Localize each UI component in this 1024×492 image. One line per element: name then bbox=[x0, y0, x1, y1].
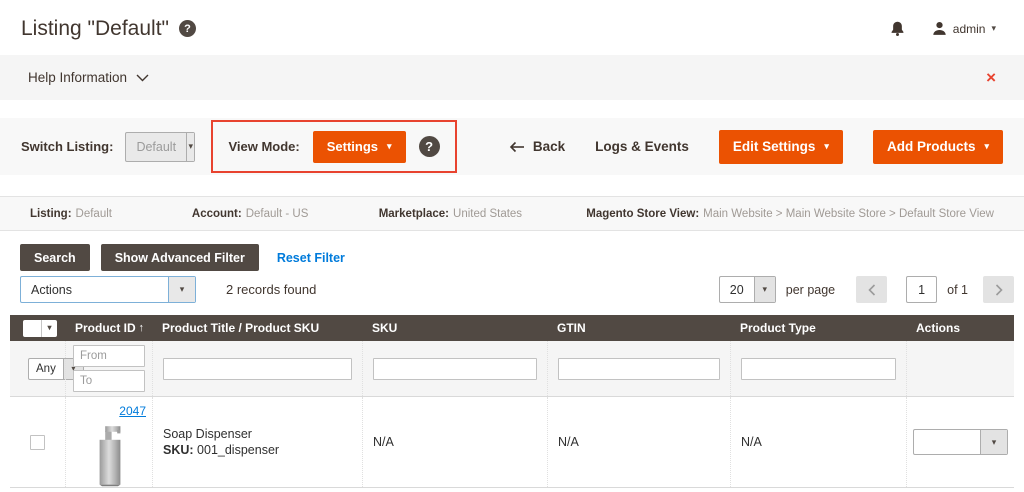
row-product-title-cell: Soap Dispenser SKU: 001_dispenser bbox=[152, 397, 362, 487]
arrow-left-icon bbox=[509, 141, 525, 153]
row-actions-cell: ▾ bbox=[906, 397, 1014, 487]
table-row: 2047 Soap Dispenser SKU: 001_dispenser bbox=[10, 397, 1014, 488]
pagination-controls: 20 ▾ per page of 1 bbox=[719, 276, 1014, 303]
select-all-dropdown[interactable]: ▾ bbox=[23, 320, 57, 337]
product-title-filter-input[interactable] bbox=[163, 358, 352, 380]
listing-info-strip: Listing:Default Account:Default - US Mar… bbox=[0, 196, 1024, 231]
edit-settings-button[interactable]: Edit Settings ▾ bbox=[719, 130, 843, 164]
switch-listing-label: Switch Listing: bbox=[21, 139, 113, 154]
toolbar-right-actions: Back Logs & Events Edit Settings ▾ Add P… bbox=[509, 130, 1003, 164]
filter-actions-cell bbox=[906, 341, 1014, 396]
product-type-filter-input[interactable] bbox=[741, 358, 896, 380]
view-mode-highlight-box: View Mode: Settings ▾ ? bbox=[211, 120, 456, 173]
per-page-select[interactable]: 20 ▾ bbox=[719, 276, 776, 303]
filter-title-cell bbox=[152, 341, 362, 396]
info-store-view: Magento Store View:Main Website > Main W… bbox=[586, 208, 994, 220]
admin-account-menu[interactable]: admin ▾ bbox=[932, 21, 996, 36]
filter-gtin-cell bbox=[547, 341, 730, 396]
info-account: Account:Default - US bbox=[192, 208, 379, 220]
row-product-type-cell: N/A bbox=[730, 397, 906, 487]
chevron-down-icon: ▾ bbox=[387, 142, 392, 151]
chevron-down-icon: ▾ bbox=[992, 438, 997, 447]
sku-filter-input[interactable] bbox=[373, 358, 537, 380]
total-pages-label: of 1 bbox=[947, 283, 968, 297]
page-header: Listing "Default" ? admin ▾ bbox=[0, 0, 1024, 55]
select-all-checkbox[interactable] bbox=[23, 320, 41, 337]
chevron-down-icon: ▾ bbox=[180, 285, 185, 294]
product-sku-line: SKU: 001_dispenser bbox=[163, 443, 362, 457]
filter-sku-cell bbox=[362, 341, 547, 396]
page-title: Listing "Default" bbox=[21, 17, 169, 41]
gtin-filter-input[interactable] bbox=[558, 358, 720, 380]
column-header-sku[interactable]: SKU bbox=[362, 321, 547, 335]
view-mode-settings-button[interactable]: Settings ▾ bbox=[313, 131, 406, 163]
chevron-down-icon bbox=[136, 74, 149, 82]
page-help-icon[interactable]: ? bbox=[179, 20, 196, 37]
mass-select-header[interactable]: ▾ bbox=[10, 320, 65, 337]
row-gtin-cell: N/A bbox=[547, 397, 730, 487]
chevron-down-icon: ▾ bbox=[824, 142, 829, 151]
column-header-product-type[interactable]: Product Type bbox=[730, 321, 906, 335]
column-header-gtin[interactable]: GTIN bbox=[547, 321, 730, 335]
page-number-input[interactable] bbox=[906, 276, 937, 303]
mass-actions-select[interactable]: Actions ▾ bbox=[20, 276, 196, 303]
view-mode-label: View Mode: bbox=[228, 139, 299, 154]
logs-events-button[interactable]: Logs & Events bbox=[595, 139, 689, 154]
user-icon bbox=[932, 21, 947, 36]
info-marketplace: Marketplace:United States bbox=[379, 208, 587, 220]
back-button[interactable]: Back bbox=[509, 139, 565, 154]
row-checkbox[interactable] bbox=[30, 435, 45, 450]
previous-page-button[interactable] bbox=[856, 276, 887, 303]
sort-asc-icon: ↑ bbox=[139, 322, 145, 334]
product-title: Soap Dispenser bbox=[163, 427, 362, 441]
reset-filter-link[interactable]: Reset Filter bbox=[277, 251, 345, 265]
filter-product-id-cell bbox=[65, 341, 152, 396]
row-sku-cell: N/A bbox=[362, 397, 547, 487]
admin-username: admin bbox=[953, 22, 986, 36]
search-button[interactable]: Search bbox=[20, 244, 90, 271]
product-id-to-input[interactable] bbox=[73, 370, 145, 392]
help-information-bar: Help Information × bbox=[0, 55, 1024, 100]
filter-product-type-cell bbox=[730, 341, 906, 396]
grid-toolbar: Actions ▾ 2 records found 20 ▾ per page … bbox=[20, 276, 1014, 303]
search-filter-row: Search Show Advanced Filter Reset Filter bbox=[20, 244, 345, 271]
chevron-down-icon: ▾ bbox=[991, 24, 996, 33]
row-product-id-cell: 2047 bbox=[65, 397, 152, 487]
column-header-actions: Actions bbox=[906, 321, 1014, 335]
products-grid: ▾ Product ID ↑ Product Title / Product S… bbox=[10, 315, 1014, 488]
help-information-label: Help Information bbox=[28, 70, 127, 85]
filter-select-mode-cell: Any ▾ bbox=[10, 341, 65, 396]
info-listing: Listing:Default bbox=[30, 208, 192, 220]
row-checkbox-cell bbox=[10, 397, 65, 487]
chevron-down-icon: ▾ bbox=[762, 285, 767, 294]
product-id-link[interactable]: 2047 bbox=[119, 404, 146, 418]
per-page-label: per page bbox=[786, 283, 835, 297]
chevron-down-icon: ▾ bbox=[47, 324, 51, 332]
column-header-product-title[interactable]: Product Title / Product SKU bbox=[152, 321, 362, 335]
close-icon[interactable]: × bbox=[986, 69, 996, 86]
column-header-product-id[interactable]: Product ID ↑ bbox=[65, 321, 152, 335]
main-actions-toolbar: Switch Listing: Default ▾ View Mode: Set… bbox=[0, 118, 1024, 175]
view-mode-help-icon[interactable]: ? bbox=[419, 136, 440, 157]
chevron-down-icon: ▾ bbox=[984, 142, 989, 151]
switch-listing-select[interactable]: Default ▾ bbox=[125, 132, 195, 162]
grid-header-row: ▾ Product ID ↑ Product Title / Product S… bbox=[10, 315, 1014, 341]
add-products-button[interactable]: Add Products ▾ bbox=[873, 130, 1003, 164]
chevron-down-icon: ▾ bbox=[188, 142, 193, 151]
help-information-toggle[interactable]: Help Information bbox=[28, 70, 149, 85]
chevron-right-icon bbox=[995, 284, 1003, 296]
product-image bbox=[94, 423, 126, 487]
grid-filter-row: Any ▾ bbox=[10, 341, 1014, 397]
chevron-left-icon bbox=[868, 284, 876, 296]
row-actions-select[interactable]: ▾ bbox=[913, 429, 1008, 455]
product-id-from-input[interactable] bbox=[73, 345, 145, 367]
show-advanced-filter-button[interactable]: Show Advanced Filter bbox=[101, 244, 259, 271]
header-actions: admin ▾ bbox=[889, 20, 996, 37]
records-found-text: 2 records found bbox=[226, 282, 316, 297]
notifications-bell-icon[interactable] bbox=[889, 20, 906, 37]
next-page-button[interactable] bbox=[983, 276, 1014, 303]
